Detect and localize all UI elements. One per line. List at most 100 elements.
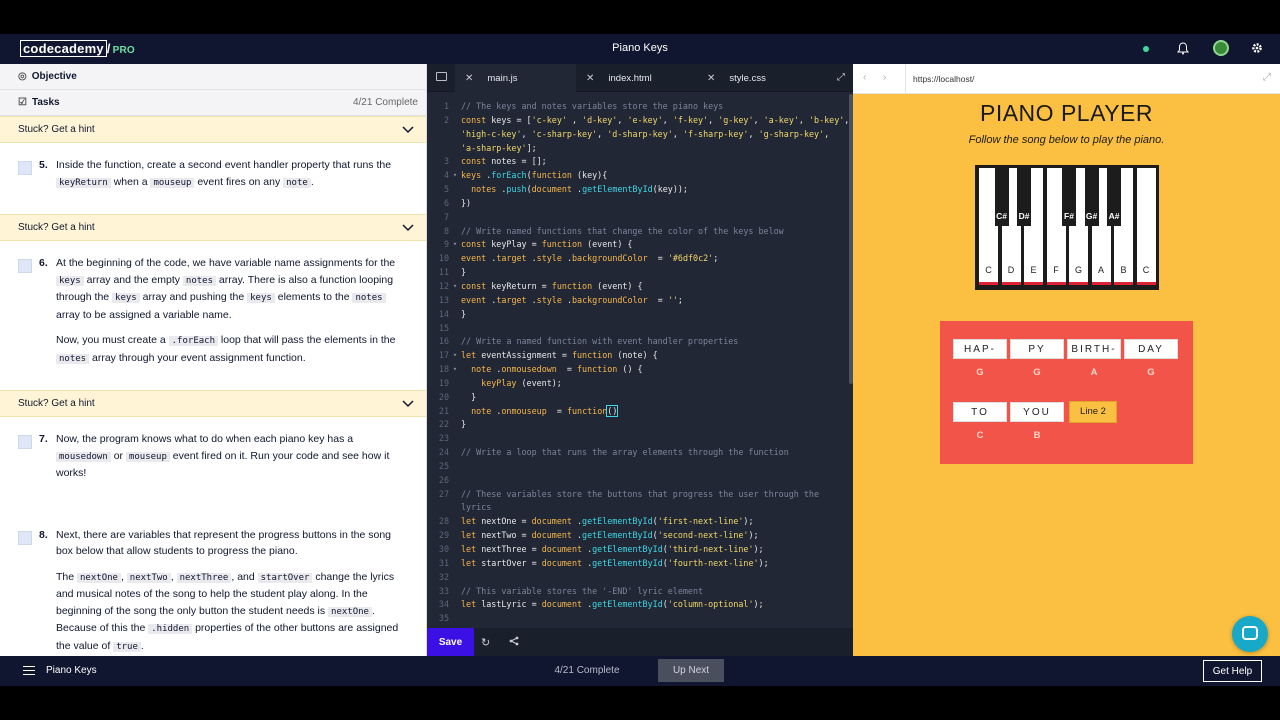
url-input[interactable] [907, 67, 1263, 91]
chevron-down-icon[interactable] [402, 397, 414, 409]
fold-icon[interactable]: ▾ [449, 349, 461, 363]
piano-black-key[interactable]: G# [1084, 168, 1099, 226]
fold-icon[interactable] [449, 183, 461, 197]
fold-icon[interactable] [449, 308, 461, 322]
task-checkbox[interactable] [18, 530, 32, 545]
piano-black-key[interactable]: C# [994, 168, 1009, 226]
fold-icon[interactable] [449, 252, 461, 266]
forward-arrow-icon[interactable]: › [883, 72, 886, 83]
task-text: or [110, 449, 126, 462]
fold-icon[interactable] [449, 322, 461, 336]
next-line-button[interactable]: Line 2 [1069, 401, 1117, 423]
fold-icon[interactable] [449, 155, 461, 169]
avatar[interactable] [1213, 40, 1229, 56]
fold-icon[interactable] [449, 557, 461, 571]
fold-icon[interactable] [449, 128, 461, 142]
fold-icon[interactable] [449, 142, 461, 156]
fold-icon[interactable]: ▾ [449, 238, 461, 252]
bell-icon[interactable] [1176, 42, 1190, 56]
fold-icon[interactable] [449, 488, 461, 502]
objective-row[interactable]: ◎ Objective [0, 64, 426, 90]
refresh-icon[interactable]: ↻ [481, 636, 490, 649]
code-line: 15 [427, 322, 853, 336]
expand-icon[interactable]: ⤢ [1263, 72, 1271, 83]
hint-bar[interactable]: Stuck? Get a hint [0, 390, 426, 417]
menu-icon[interactable] [23, 666, 35, 675]
fold-icon[interactable] [449, 266, 461, 280]
fold-icon[interactable] [449, 405, 461, 419]
get-help-button[interactable]: Get Help [1203, 660, 1262, 682]
fold-icon[interactable] [449, 460, 461, 474]
fold-icon[interactable] [449, 529, 461, 543]
code-token: 'e-key' [627, 114, 663, 125]
fold-icon[interactable] [449, 197, 461, 211]
back-arrow-icon[interactable]: ‹ [863, 72, 866, 83]
fold-icon[interactable] [449, 585, 461, 599]
fold-icon[interactable] [449, 100, 461, 114]
piano-white-key[interactable]: C [1136, 168, 1156, 285]
hint-label: Stuck? Get a hint [18, 124, 95, 135]
tab-style-css[interactable]: ✕ style.css [697, 64, 818, 92]
piano-title: PIANO PLAYER [979, 100, 1154, 126]
fold-icon[interactable] [449, 501, 461, 515]
codecademy-logo[interactable]: codecademy / PRO [20, 40, 135, 57]
tab-main-js[interactable]: ✕ main.js [455, 64, 576, 92]
code-token: } [461, 267, 467, 278]
hint-label: Stuck? Get a hint [18, 398, 95, 409]
task-checkbox[interactable] [18, 161, 32, 175]
piano-black-key[interactable]: D# [1017, 168, 1031, 226]
code-text: 'high-c-key', 'c-sharp-key', 'd-sharp-ke… [461, 128, 829, 142]
fold-icon[interactable] [449, 432, 461, 446]
hint-bar[interactable]: Stuck? Get a hint [0, 116, 426, 143]
fold-icon[interactable] [449, 294, 461, 308]
chevron-down-icon[interactable] [402, 221, 414, 233]
save-button[interactable]: Save [427, 628, 474, 656]
close-icon[interactable]: ✕ [586, 73, 594, 84]
gear-icon[interactable] [1250, 42, 1264, 56]
fold-icon[interactable] [449, 114, 461, 128]
code-text: let eventAssignment = function (note) { [461, 349, 658, 363]
tasks-row[interactable]: ☑ Tasks 4/21 Complete [0, 90, 426, 116]
code-line: 30 let nextThree = document .getElementBy… [427, 543, 853, 557]
code-token: event [461, 253, 487, 264]
task-text: The [56, 570, 78, 583]
fold-icon[interactable] [449, 391, 461, 405]
fold-icon[interactable] [449, 335, 461, 349]
fold-icon[interactable] [449, 571, 461, 585]
fold-icon[interactable] [449, 211, 461, 225]
task-checkbox[interactable] [18, 259, 32, 273]
close-icon[interactable]: ✕ [465, 73, 473, 84]
fold-icon[interactable] [449, 474, 461, 488]
line-number: 23 [438, 433, 449, 444]
folder-icon[interactable] [436, 72, 447, 81]
fold-icon[interactable] [449, 515, 461, 529]
piano-black-key[interactable]: F# [1062, 168, 1076, 226]
fold-icon[interactable] [449, 377, 461, 391]
code-token: } [461, 419, 467, 430]
code-area[interactable]: 1 // The keys and notes variables store t… [427, 100, 853, 640]
fold-icon[interactable] [449, 598, 461, 612]
chat-icon[interactable] [1232, 616, 1268, 652]
chevron-down-icon[interactable] [402, 123, 414, 135]
code-token: , [753, 114, 764, 125]
code-text: const keyPlay = function (event) { [461, 238, 632, 252]
expand-icon[interactable]: ⤢ [837, 72, 845, 83]
piano-black-key[interactable]: A# [1107, 168, 1121, 226]
up-next-button[interactable]: Up Next [658, 659, 724, 682]
fold-icon[interactable]: ▾ [449, 280, 461, 294]
code-token: , [521, 128, 532, 139]
task-checkbox[interactable] [18, 435, 32, 449]
fold-icon[interactable]: ▾ [449, 363, 461, 377]
fold-icon[interactable] [449, 446, 461, 460]
task-number: 6. [39, 257, 48, 269]
fold-icon[interactable] [449, 225, 461, 239]
close-icon[interactable]: ✕ [707, 73, 715, 84]
fold-icon[interactable] [449, 418, 461, 432]
share-icon[interactable] [509, 636, 519, 649]
tab-index-html[interactable]: ✕ index.html [576, 64, 697, 92]
fold-icon[interactable]: ▾ [449, 169, 461, 183]
fold-icon[interactable] [449, 612, 461, 626]
hint-bar[interactable]: Stuck? Get a hint [0, 214, 426, 241]
code-line: 7 [427, 211, 853, 225]
fold-icon[interactable] [449, 543, 461, 557]
